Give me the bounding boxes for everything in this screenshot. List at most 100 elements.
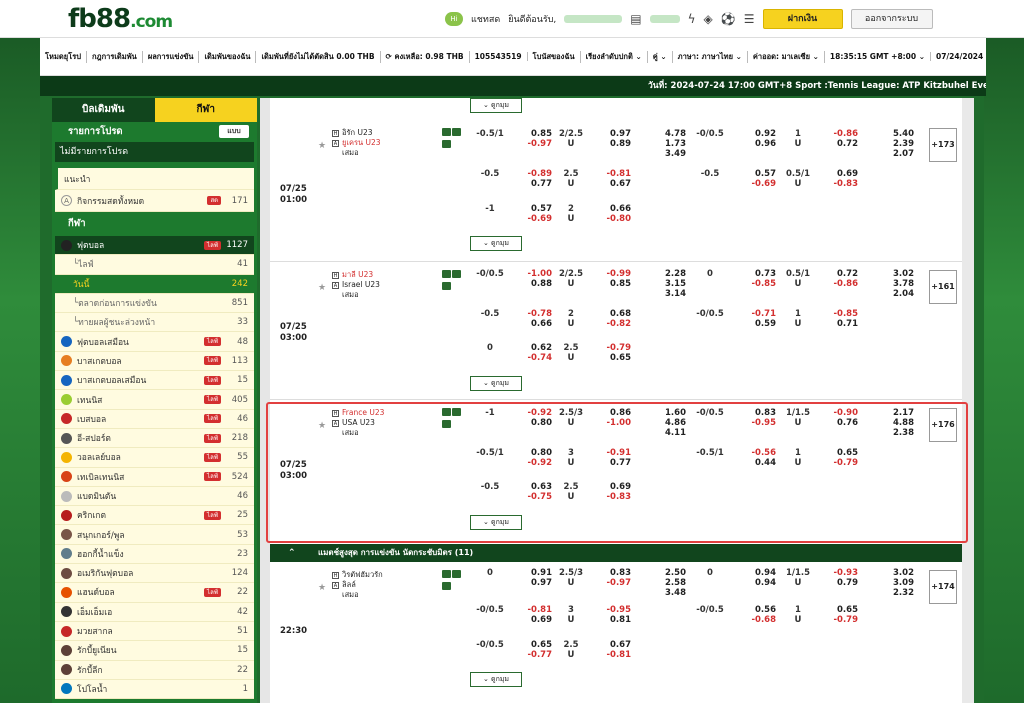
scoreboard-icon[interactable]	[442, 140, 451, 148]
first-half-1x2-odds-value[interactable]: 2.38	[870, 428, 914, 438]
first-half-1x2-odds-value[interactable]: 2.04	[870, 289, 914, 299]
one-x-two-odds-value[interactable]: 2.50	[650, 568, 686, 578]
over-under-odds-value[interactable]: -0.83	[585, 492, 632, 502]
home-team[interactable]: วิรตัฟฮัมวรัก	[342, 570, 383, 579]
tab-bet-slip[interactable]: บิลเดิมพัน	[52, 98, 155, 122]
flash-icon[interactable]: ϟ	[688, 12, 696, 26]
one-x-two-odds-value[interactable]: 4.11	[650, 428, 686, 438]
stats-icon[interactable]	[452, 570, 461, 578]
handicap-odds-value[interactable]: -0.77	[510, 650, 553, 660]
first-half-ou-odds-value[interactable]: -0.86	[816, 279, 859, 289]
menu-item[interactable]: ⟳ คงเหลือ: 0.98 THB	[381, 50, 470, 63]
expand-button[interactable]: ⌄ ดูกมุม	[470, 672, 522, 687]
over-under-odds-value[interactable]: 0.77	[585, 458, 631, 468]
first-half-1x2-odds-value[interactable]: 3.09	[870, 578, 914, 588]
away-team[interactable]: USA U23	[342, 418, 375, 427]
one-x-two-odds-value[interactable]: 2.58	[650, 578, 686, 588]
menu-item[interactable]: เดิมพันของฉัน	[199, 50, 257, 63]
chevron-up-icon[interactable]: ⌃	[288, 544, 296, 562]
handicap-odds-value[interactable]: -0.89	[510, 169, 553, 179]
handicap-odds-value[interactable]: 0.88	[510, 279, 552, 289]
match-media-icons[interactable]	[442, 128, 464, 152]
match-media-icons[interactable]	[442, 270, 464, 294]
expand-button[interactable]: ⌄ ดูกมุม	[470, 376, 522, 391]
handicap-odds-value[interactable]: 0.85	[510, 129, 552, 139]
over-under-odds-value[interactable]: -0.95	[585, 605, 632, 615]
sidebar-item-sport[interactable]: └ ตลาดก่อนการแข่งขัน 851	[55, 294, 254, 314]
live-stream-icon[interactable]	[442, 128, 451, 136]
handicap-odds-value[interactable]: 0.69	[510, 615, 552, 625]
handicap-odds-value[interactable]: 0.91	[510, 568, 552, 578]
first-half-handicap-odds-value[interactable]: 0.44	[730, 458, 776, 468]
over-under-odds-value[interactable]: 0.81	[585, 615, 631, 625]
favorite-star-icon[interactable]: ★	[318, 421, 326, 431]
sidebar-item-sport[interactable]: ฟุตบอลเสมือน ไลฟ์ 48	[55, 332, 254, 352]
more-markets-button[interactable]: +176	[929, 408, 957, 442]
promo-icon[interactable]: ◈	[704, 12, 713, 26]
away-team[interactable]: Israel U23	[342, 280, 380, 289]
handicap-odds-value[interactable]: -0.97	[510, 139, 553, 149]
over-under-odds-value[interactable]: -0.79	[585, 343, 632, 353]
more-markets-button[interactable]: +173	[929, 128, 957, 162]
over-under-odds-value[interactable]: -0.80	[585, 214, 632, 224]
sidebar-item-sport[interactable]: เทเบิลเทนนิส ไลฟ์ 524	[55, 468, 254, 487]
over-under-odds-value[interactable]: 0.69	[585, 482, 631, 492]
first-half-1x2-odds-value[interactable]: 2.07	[870, 149, 914, 159]
first-half-handicap-odds-value[interactable]: 0.83	[730, 408, 776, 418]
handicap-odds-value[interactable]: 0.77	[510, 179, 552, 189]
one-x-two-odds-value[interactable]: 3.49	[650, 149, 686, 159]
sidebar-item-sport[interactable]: แบดมินตัน 46	[55, 487, 254, 507]
first-half-ou-odds-value[interactable]: 0.71	[816, 319, 858, 329]
first-half-1x2-odds-value[interactable]: 3.78	[870, 279, 914, 289]
one-x-two-odds-value[interactable]: 3.15	[650, 279, 686, 289]
first-half-1x2-odds-value[interactable]: 3.02	[870, 568, 914, 578]
logout-button[interactable]: ออกจากระบบ	[850, 9, 933, 29]
first-half-handicap-odds-value[interactable]: 0.59	[730, 319, 776, 329]
match-media-icons[interactable]	[442, 570, 464, 594]
sidebar-item-sport[interactable]: เอ็มเอ็มเอ 42	[55, 603, 254, 622]
menu-item[interactable]: โบนัสของฉัน	[528, 50, 581, 63]
expand-button[interactable]: ⌄ ดูกมุม	[470, 98, 522, 113]
first-half-ou-odds-value[interactable]: -0.85	[816, 309, 859, 319]
sidebar-item-sport[interactable]: อี-สปอร์ต ไลฟ์ 218	[55, 429, 254, 449]
handicap-odds-value[interactable]: -0.92	[510, 458, 553, 468]
first-half-handicap-odds-value[interactable]: -0.69	[730, 179, 777, 189]
away-team[interactable]: ลิลล์	[342, 580, 356, 589]
one-x-two-odds-value[interactable]: 1.60	[650, 408, 686, 418]
first-half-1x2-odds-value[interactable]: 2.17	[870, 408, 914, 418]
first-half-handicap-odds-value[interactable]: 0.57	[730, 169, 776, 179]
over-under-odds-value[interactable]: 0.66	[585, 204, 631, 214]
one-x-two-odds-value[interactable]: 3.14	[650, 289, 686, 299]
sidebar-item-sport[interactable]: บาสเกตบอลเสมือน ไลฟ์ 15	[55, 371, 254, 391]
first-half-1x2-odds-value[interactable]: 3.02	[870, 269, 914, 279]
sidebar-item-sport[interactable]: แฮนด์บอล ไลฟ์ 22	[55, 583, 254, 603]
home-team[interactable]: France U23	[342, 408, 384, 417]
one-x-two-odds-value[interactable]: 4.78	[650, 129, 686, 139]
first-half-handicap-odds-value[interactable]: 0.96	[730, 139, 776, 149]
first-half-1x2-odds-value[interactable]: 5.40	[870, 129, 914, 139]
menu-item[interactable]: โหมดยุโรป	[40, 50, 87, 63]
menu-item[interactable]: 07/24/2024	[931, 52, 986, 61]
first-half-ou-odds-value[interactable]: -0.79	[816, 458, 859, 468]
wallet-icon[interactable]: ▤	[630, 12, 641, 26]
sidebar-item-sport[interactable]: โปโลน้ำ 1	[55, 680, 254, 700]
one-x-two-odds-value[interactable]: 3.48	[650, 588, 686, 598]
sidebar-item-sport[interactable]: └ ทายผลผู้ชนะล่วงหน้า 33	[55, 313, 254, 333]
first-half-ou-odds-value[interactable]: 0.79	[816, 578, 858, 588]
home-team[interactable]: มาลี U23	[342, 270, 373, 279]
menu-item[interactable]: คู่ ⌄	[648, 50, 673, 63]
favorite-star-icon[interactable]: ★	[318, 583, 326, 593]
handicap-odds-value[interactable]: 0.80	[510, 418, 552, 428]
expand-button[interactable]: ⌄ ดูกมุม	[470, 236, 522, 251]
menu-item[interactable]: เรียงลำดับปกติ ⌄	[581, 50, 648, 63]
menu-item[interactable]: เดิมพันที่ยังไม่ได้ตัดสิน 0.00 THB	[256, 50, 381, 63]
handicap-odds-value[interactable]: -0.81	[510, 605, 553, 615]
handicap-odds-value[interactable]: -0.74	[510, 353, 553, 363]
one-x-two-odds-value[interactable]: 4.86	[650, 418, 686, 428]
menu-item[interactable]: ภาษา: ภาษาไทย ⌄	[673, 50, 748, 63]
handicap-odds-value[interactable]: 0.65	[510, 640, 552, 650]
handicap-odds-value[interactable]: -0.92	[510, 408, 553, 418]
sidebar-item-all-live[interactable]: A กิจกรรมสดทั้งหมด สด 171	[55, 190, 254, 212]
first-half-ou-odds-value[interactable]: -0.93	[816, 568, 859, 578]
handicap-odds-value[interactable]: 0.57	[510, 204, 552, 214]
